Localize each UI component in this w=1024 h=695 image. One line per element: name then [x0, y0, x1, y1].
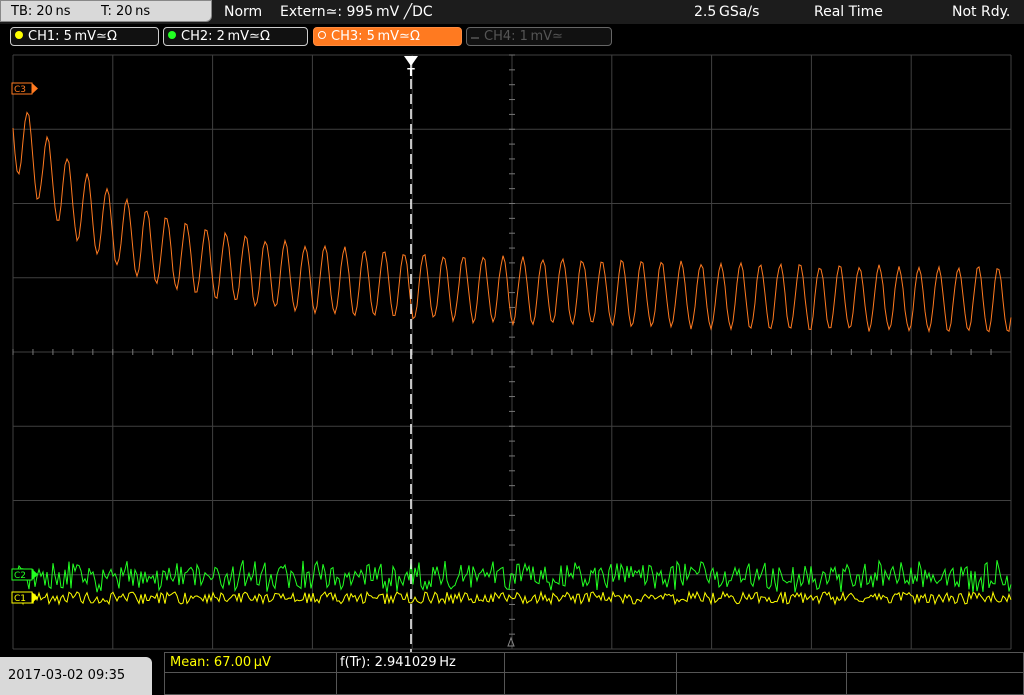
- channel-4-indicator-icon: [471, 37, 479, 39]
- measurement-divider: [504, 652, 505, 695]
- channel-3-label: CH3: 5 mV≃Ω: [331, 29, 420, 44]
- trigger-level-marker-icon: [507, 636, 515, 647]
- channel-bar: CH1: 5 mV≃Ω CH2: 2 mV≃Ω CH3: 5 mV≃Ω CH4:…: [0, 24, 1024, 49]
- channel-1-label: CH1: 5 mV≃Ω: [28, 29, 117, 44]
- timebase-box[interactable]: TB: 20 ns T: 20 ns: [0, 0, 212, 22]
- datetime-box: 2017-03-02 09:35: [0, 657, 152, 695]
- measurement-frequency: f(Tr): 2.941029 Hz: [340, 655, 456, 670]
- waveform-display[interactable]: T C3 C2 C1: [0, 49, 1024, 652]
- channel-4-label: CH4: 1 mV≃: [484, 29, 563, 44]
- channel-2-indicator-icon: [168, 31, 176, 39]
- channel-3-indicator-icon: [318, 31, 326, 39]
- trigger-marker-icon[interactable]: T: [404, 56, 418, 79]
- measurement-divider: [846, 652, 847, 695]
- channel-2-label: CH2: 2 mV≃Ω: [181, 29, 270, 44]
- sample-rate: 2.5 GSa/s: [694, 4, 760, 20]
- datetime-label: 2017-03-02 09:35: [8, 668, 126, 683]
- acquisition-mode[interactable]: Real Time: [814, 0, 883, 24]
- channel-2-button[interactable]: CH2: 2 mV≃Ω: [163, 27, 308, 46]
- trigger-time-label: T: 20 ns: [101, 4, 151, 19]
- ch3-marker-label: C3: [14, 85, 26, 95]
- trigger-source[interactable]: Extern≃: 995 mV ╱DC: [280, 0, 433, 24]
- ch1-offset-marker[interactable]: C1: [11, 591, 38, 604]
- ch1-marker-label: C1: [14, 594, 26, 604]
- trigger-status: Not Rdy.: [952, 4, 1011, 20]
- trigger-marker-label: T: [407, 66, 415, 79]
- status-bar: TB: 20 ns T: 20 ns Norm Extern≃: 995 mV …: [0, 0, 1024, 24]
- ch3-offset-marker[interactable]: C3: [11, 82, 38, 95]
- measurement-row-1[interactable]: [164, 652, 1024, 673]
- measurement-divider: [336, 652, 337, 695]
- measurement-mean: Mean: 67.00 µV: [170, 655, 271, 670]
- channel-1-button[interactable]: CH1: 5 mV≃Ω: [10, 27, 159, 46]
- ch2-marker-label: C2: [14, 571, 26, 581]
- trigger-mode[interactable]: Norm: [224, 0, 262, 24]
- timebase-label: TB: 20 ns: [11, 4, 71, 19]
- channel-1-indicator-icon: [15, 31, 23, 39]
- graticule-grid: [12, 54, 1012, 650]
- channel-3-button[interactable]: CH3: 5 mV≃Ω: [313, 27, 462, 46]
- measurement-row-2[interactable]: [164, 673, 1024, 695]
- measurement-divider: [676, 652, 677, 695]
- channel-4-button[interactable]: CH4: 1 mV≃: [466, 27, 612, 46]
